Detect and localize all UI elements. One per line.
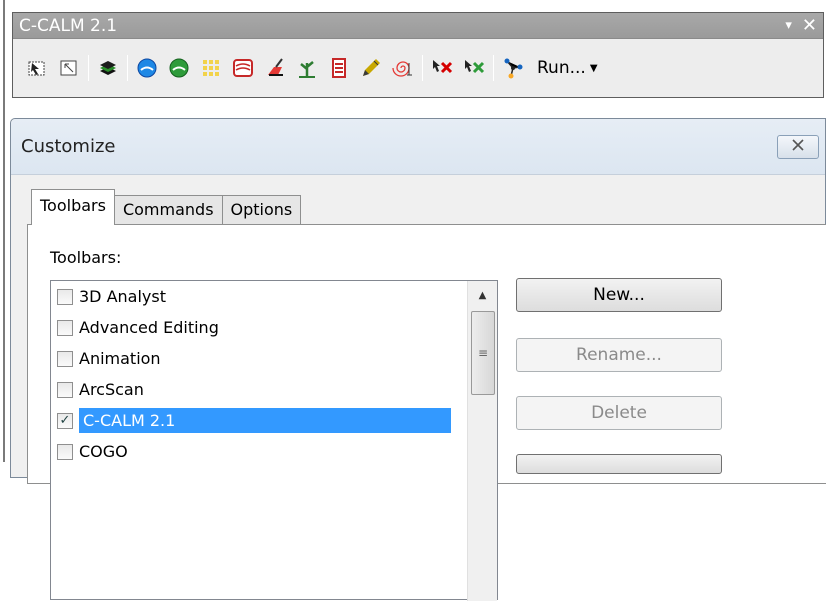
list-item-label: COGO [79,442,128,461]
delete-green-icon[interactable] [463,57,485,79]
checkbox[interactable] [57,381,73,398]
toolbars-list-label: Toolbars: [50,248,122,267]
toolbar-separator [493,55,494,81]
list-item-selected[interactable]: ✓ C-CALM 2.1 [51,405,497,436]
green-circle-icon[interactable] [168,57,190,79]
run-dropdown[interactable]: Run... ▼ [537,58,598,78]
toolbar-close-icon[interactable]: ✕ [802,15,817,36]
dialog-title: Customize [21,136,116,157]
toolbar-separator [422,55,423,81]
toolbar-separator [88,55,89,81]
list-icon[interactable] [328,57,350,79]
chevron-down-icon: ▼ [589,62,598,74]
toolbars-listbox[interactable]: 3D Analyst Advanced Editing Animation Ar… [50,280,498,601]
toolbar-title: C-CALM 2.1 [19,15,118,36]
run-label: Run... [537,58,586,78]
list-item-label: Animation [79,349,161,368]
layers-icon[interactable] [97,57,119,79]
list-item[interactable]: Advanced Editing [51,312,497,343]
list-item-label: ArcScan [79,380,144,399]
checkbox[interactable] [57,288,73,305]
toolbar-menu-icon[interactable]: ▾ [785,18,792,33]
list-item[interactable]: 3D Analyst [51,281,497,312]
toolbar-titlebar[interactable]: C-CALM 2.1 ▾ ✕ [13,13,823,39]
blue-circle-icon[interactable] [136,57,158,79]
delete-red-icon[interactable] [431,57,453,79]
tab-options[interactable]: Options [221,195,302,225]
spiral-icon[interactable] [392,57,414,79]
toolbar-buttons: Run... ▼ [13,39,823,97]
dialog-tabs: Toolbars Commands Options [31,189,302,225]
list-scrollbar[interactable]: ▲ ≡ [467,281,497,601]
toolbar-separator [127,55,128,81]
dialog-titlebar[interactable]: Customize [11,119,825,175]
list-item[interactable]: Animation [51,343,497,374]
close-icon [791,137,805,156]
rename-button[interactable]: Rename... [516,338,722,372]
delete-button[interactable]: Delete [516,396,722,430]
plant-icon[interactable] [296,57,318,79]
broom-icon[interactable] [264,57,286,79]
checkbox-checked[interactable]: ✓ [57,412,73,429]
select-elements-icon[interactable] [58,57,80,79]
checkbox[interactable] [57,443,73,460]
checkbox[interactable] [57,350,73,367]
list-item-label: Advanced Editing [79,318,219,337]
dialog-close-button[interactable] [777,134,819,159]
list-item-label: C-CALM 2.1 [79,408,451,433]
checkbox[interactable] [57,319,73,336]
list-item-label: 3D Analyst [79,287,166,306]
select-features-icon[interactable] [26,57,48,79]
tab-commands[interactable]: Commands [113,195,223,225]
scroll-up-icon[interactable]: ▲ [468,281,497,309]
window-edge [3,0,5,462]
partial-button[interactable] [516,454,722,474]
contour-icon[interactable] [232,57,254,79]
grid-icon[interactable] [200,57,222,79]
network-icon[interactable] [502,57,524,79]
floating-toolbar: C-CALM 2.1 ▾ ✕ Run... ▼ [12,12,824,98]
list-item[interactable]: ArcScan [51,374,497,405]
new-button[interactable]: New... [516,278,722,312]
list-item[interactable]: COGO [51,436,497,467]
pencil-icon[interactable] [360,57,382,79]
tab-toolbars[interactable]: Toolbars [31,189,115,225]
scroll-thumb[interactable]: ≡ [471,311,495,395]
